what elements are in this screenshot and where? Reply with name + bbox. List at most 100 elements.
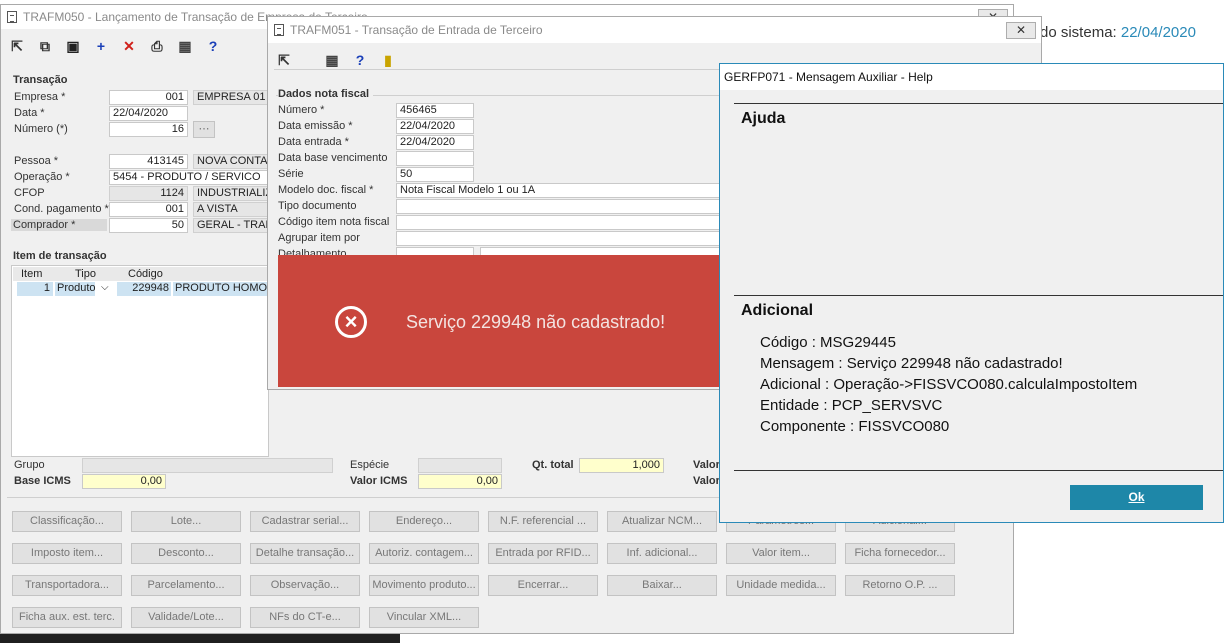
label-valor-icms: Valor ICMS (350, 475, 408, 487)
nf-label: Data entrada * (278, 136, 349, 148)
action-button[interactable]: Movimento produto... (369, 575, 479, 596)
nf-field[interactable] (396, 231, 726, 246)
action-button[interactable]: Inf. adicional... (607, 543, 717, 564)
nf-field[interactable] (396, 151, 474, 166)
section-item-transacao: Item de transação (13, 250, 111, 262)
action-button[interactable]: Cadastrar serial... (250, 511, 360, 532)
base-icms-field[interactable]: 0,00 (82, 474, 166, 489)
nf-field[interactable]: 456465 (396, 103, 474, 118)
action-button[interactable]: Retorno O.P. ... (845, 575, 955, 596)
numero-lookup-button[interactable]: ⋯ (193, 121, 215, 138)
action-button[interactable]: Validade/Lote... (131, 607, 241, 628)
nf-label: Código item nota fiscal (278, 216, 390, 228)
cfop-desc: INDUSTRIALIZA (193, 186, 269, 201)
error-toast[interactable]: × Serviço 229948 não cadastrado! (278, 255, 720, 387)
nf-field[interactable]: 22/04/2020 (396, 119, 474, 134)
nf-field[interactable]: Nota Fiscal Modelo 1 ou 1A (396, 183, 726, 198)
action-button[interactable]: Entrada por RFID... (488, 543, 598, 564)
ajuda-heading: Ajuda (741, 110, 786, 127)
adicional-heading: Adicional (741, 302, 814, 319)
help-icon[interactable]: ? (352, 52, 368, 68)
chevron-down-icon[interactable]: ⌵ (101, 282, 109, 293)
nf-field[interactable]: 50 (396, 167, 474, 182)
system-label: do sistema: (1040, 24, 1117, 41)
action-button[interactable]: Imposto item... (12, 543, 122, 564)
action-button[interactable]: Detalhe transação... (250, 543, 360, 564)
trafm051-close-button[interactable]: ✕ (1006, 22, 1036, 39)
section-transacao: Transação (13, 74, 72, 86)
cell-item: 1 (17, 282, 53, 296)
trafm051-title: TRAFM051 - Transação de Entrada de Terce… (290, 23, 543, 37)
empresa-desc: EMPRESA 01 (193, 90, 269, 105)
document-icon (7, 11, 17, 23)
grid-icon[interactable]: ▦ (324, 52, 340, 68)
nf-field[interactable] (396, 215, 726, 230)
pessoa-field[interactable]: 413145 (109, 154, 188, 169)
divider (734, 295, 1223, 296)
action-button[interactable]: Autoriz. contagem... (369, 543, 479, 564)
cell-tipo[interactable]: Produto (55, 282, 96, 296)
action-button[interactable]: Lote... (131, 511, 241, 532)
nf-label: Série (278, 168, 304, 180)
action-button[interactable]: Valor item... (726, 543, 836, 564)
error-message: Serviço 229948 não cadastrado! (406, 312, 666, 332)
action-button[interactable]: NFs do CT-e... (250, 607, 360, 628)
table-row[interactable]: 1 Produto ⌵ 229948 PRODUTO HOMOLO (17, 282, 269, 297)
copy-icon[interactable]: ⧉ (37, 38, 53, 54)
col-tipo[interactable]: Tipo (75, 268, 96, 280)
especie-field (418, 458, 502, 473)
cell-desc: PRODUTO HOMOLO (173, 282, 269, 296)
operacao-field[interactable]: 5454 - PRODUTO / SERVICO (109, 170, 269, 185)
action-button[interactable]: Baixar... (607, 575, 717, 596)
door-icon[interactable]: ▮ (380, 52, 396, 68)
action-button[interactable]: Unidade medida... (726, 575, 836, 596)
document-icon (274, 24, 284, 36)
add-icon[interactable]: + (93, 38, 109, 54)
nf-label: Agrupar item por (278, 232, 360, 244)
col-codigo[interactable]: Código (128, 268, 163, 280)
print-icon[interactable]: ⎙ (149, 38, 165, 54)
label-qt-total: Qt. total (532, 459, 574, 471)
comprador-field[interactable]: 50 (109, 218, 188, 233)
data-field[interactable]: 22/04/2020 (109, 106, 188, 121)
numero-field[interactable]: 16 (109, 122, 188, 137)
nf-field[interactable]: 22/04/2020 (396, 135, 474, 150)
cond-pagamento-desc: A VISTA (193, 202, 269, 217)
empresa-field[interactable]: 001 (109, 90, 188, 105)
action-button[interactable]: Encerrar... (488, 575, 598, 596)
section-dados-nota-fiscal: Dados nota fiscal (278, 88, 374, 100)
help-icon[interactable]: ? (205, 38, 221, 54)
action-button[interactable]: Observação... (250, 575, 360, 596)
pessoa-desc: NOVA CONTAB (193, 154, 269, 169)
action-button[interactable]: Ficha aux. est. terc. (12, 607, 122, 628)
action-button[interactable]: Desconto... (131, 543, 241, 564)
action-button[interactable]: Transportadora... (12, 575, 122, 596)
label-comprador: Comprador * (11, 219, 107, 231)
help-dialog: GERFP071 - Mensagem Auxiliar - Help Ajud… (719, 63, 1224, 523)
action-button[interactable]: Classificação... (12, 511, 122, 532)
action-button[interactable]: Atualizar NCM... (607, 511, 717, 532)
grupo-field (82, 458, 333, 473)
nf-label: Data emissão * (278, 120, 353, 132)
cfop-field: 1124 (109, 186, 188, 201)
help-line-mensagem: Mensagem : Serviço 229948 não cadastrado… (760, 355, 1063, 372)
exit-icon[interactable]: ⇱ (9, 38, 25, 54)
action-button[interactable]: Ficha fornecedor... (845, 543, 955, 564)
cond-pagamento-field[interactable]: 001 (109, 202, 188, 217)
error-circle-icon: × (335, 306, 367, 338)
nf-label: Modelo doc. fiscal * (278, 184, 374, 196)
label-grupo: Grupo (14, 459, 45, 471)
ok-button[interactable]: Ok (1070, 485, 1203, 510)
action-button[interactable]: Parcelamento... (131, 575, 241, 596)
nf-field[interactable] (396, 199, 726, 214)
save-icon[interactable]: ▣ (65, 38, 81, 54)
action-button[interactable]: Vincular XML... (369, 607, 479, 628)
col-item[interactable]: Item (21, 268, 42, 280)
exit-icon[interactable]: ⇱ (276, 52, 292, 68)
delete-icon[interactable]: ✕ (121, 38, 137, 54)
grid-icon[interactable]: ▦ (177, 38, 193, 54)
qt-total-field[interactable]: 1,000 (579, 458, 664, 473)
action-button[interactable]: N.F. referencial ... (488, 511, 598, 532)
action-button[interactable]: Endereço... (369, 511, 479, 532)
valor-icms-field[interactable]: 0,00 (418, 474, 502, 489)
